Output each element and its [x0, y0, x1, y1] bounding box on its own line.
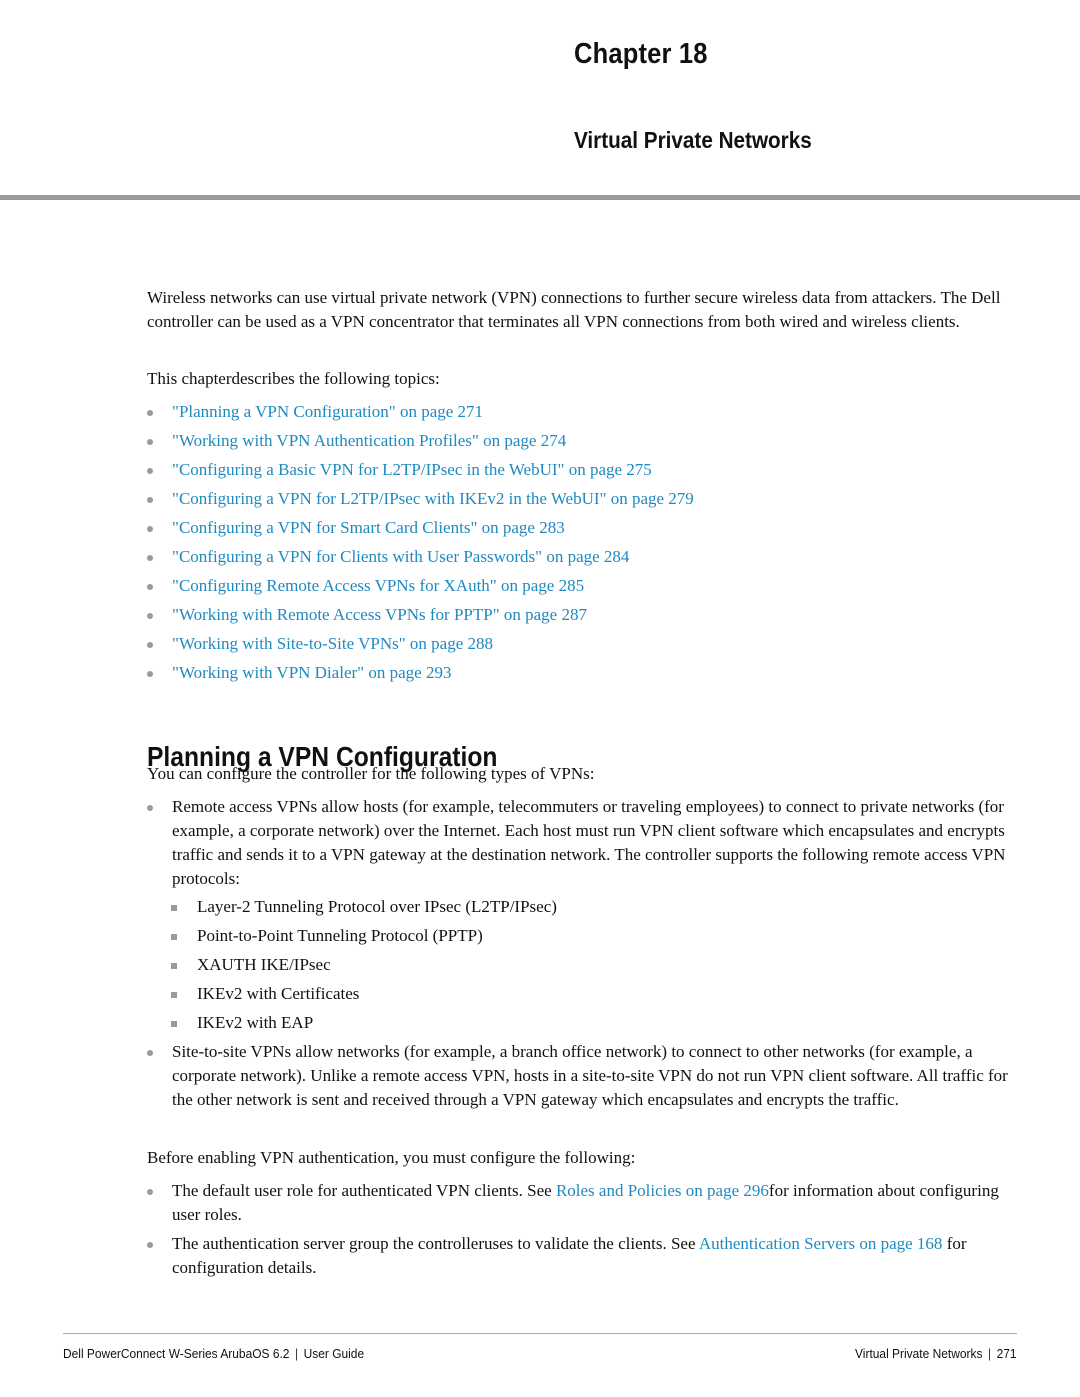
topic-item: "Configuring a VPN for Clients with User… [147, 545, 1017, 574]
topic-item: "Configuring Remote Access VPNs for XAut… [147, 574, 1017, 603]
topic-item: "Configuring a Basic VPN for L2TP/IPsec … [147, 458, 1017, 487]
footer-divider [63, 1333, 1017, 1334]
topic-link[interactable]: "Configuring a VPN for Clients with User… [172, 547, 629, 566]
chapter-number: Chapter 18 [574, 38, 708, 70]
protocol-label: Layer-2 Tunneling Protocol over IPsec (L… [197, 897, 557, 916]
protocol-item: IKEv2 with Certificates [147, 982, 1017, 1011]
protocol-label: Point-to-Point Tunneling Protocol (PPTP) [197, 926, 483, 945]
footer-left: Dell PowerConnect W-Series ArubaOS 6.2 | U… [63, 1346, 364, 1361]
topic-item: "Planning a VPN Configuration" on page 2… [147, 400, 1017, 429]
topic-link[interactable]: "Configuring a Basic VPN for L2TP/IPsec … [172, 460, 652, 479]
bullet-icon [147, 468, 153, 474]
prereq-item: The authentication server group the cont… [147, 1232, 1017, 1280]
remote-access-text: Remote access VPNs allow hosts (for exam… [172, 797, 1006, 888]
topic-item: "Working with VPN Authentication Profile… [147, 429, 1017, 458]
square-bullet-icon [171, 1021, 177, 1027]
topic-link[interactable]: "Working with Remote Access VPNs for PPT… [172, 605, 587, 624]
footer-product: Dell PowerConnect W-Series ArubaOS 6.2 [63, 1346, 290, 1361]
topic-link[interactable]: "Configuring a VPN for L2TP/IPsec with I… [172, 489, 694, 508]
footer-chapter: Virtual Private Networks [855, 1346, 983, 1361]
footer-separator: | [988, 1346, 992, 1361]
topic-item: "Working with VPN Dialer" on page 293 [147, 661, 1017, 690]
intro-paragraph: Wireless networks can use virtual privat… [147, 288, 1001, 331]
prereq-item: The default user role for authenticated … [147, 1179, 1017, 1227]
topic-link[interactable]: "Working with VPN Authentication Profile… [172, 431, 566, 450]
bullet-icon [147, 1242, 153, 1248]
footer-right: Virtual Private Networks | 271 [855, 1346, 1017, 1361]
remote-access-item: Remote access VPNs allow hosts (for exam… [147, 795, 1017, 891]
topic-item: "Configuring a VPN for L2TP/IPsec with I… [147, 487, 1017, 516]
roles-policies-link[interactable]: Roles and Policies on page 296 [556, 1181, 769, 1200]
topic-link[interactable]: "Configuring a VPN for Smart Card Client… [172, 518, 565, 537]
topic-link[interactable]: "Working with Site-to-Site VPNs" on page… [172, 634, 493, 653]
square-bullet-icon [171, 905, 177, 911]
protocol-label: IKEv2 with Certificates [197, 984, 360, 1003]
topic-item: "Configuring a VPN for Smart Card Client… [147, 516, 1017, 545]
protocol-item: Point-to-Point Tunneling Protocol (PPTP) [147, 924, 1017, 953]
vpn-types-list: Remote access VPNs allow hosts (for exam… [147, 795, 1017, 1112]
protocol-item: Layer-2 Tunneling Protocol over IPsec (L… [147, 895, 1017, 924]
site-to-site-item: Site-to-site VPNs allow networks (for ex… [147, 1040, 1017, 1112]
bullet-icon [147, 1189, 153, 1195]
topic-item: "Working with Remote Access VPNs for PPT… [147, 603, 1017, 632]
topics-list: "Planning a VPN Configuration" on page 2… [147, 400, 1017, 690]
bullet-icon [147, 497, 153, 503]
protocol-item: IKEv2 with EAP [147, 1011, 1017, 1040]
vpn-types-intro: You can configure the controller for the… [147, 764, 595, 783]
bullet-icon [147, 439, 153, 445]
topic-link[interactable]: "Working with VPN Dialer" on page 293 [172, 663, 451, 682]
bullet-icon [147, 642, 153, 648]
topic-link[interactable]: "Planning a VPN Configuration" on page 2… [172, 402, 483, 421]
header-divider [0, 195, 1080, 200]
bullet-icon [147, 555, 153, 561]
site-to-site-text: Site-to-site VPNs allow networks (for ex… [172, 1042, 1008, 1109]
page-number: 271 [997, 1346, 1017, 1361]
bullet-icon [147, 671, 153, 677]
topic-link[interactable]: "Configuring Remote Access VPNs for XAut… [172, 576, 584, 595]
footer-doc-type: User Guide [303, 1346, 365, 1361]
bullet-icon [147, 526, 153, 532]
auth-servers-link[interactable]: Authentication Servers on page 168 [699, 1234, 943, 1253]
topics-intro: This chapterdescribes the following topi… [147, 369, 440, 388]
prereq-list: The default user role for authenticated … [147, 1179, 1017, 1285]
protocol-label: IKEv2 with EAP [197, 1013, 314, 1032]
bullet-icon [147, 1050, 153, 1056]
bullet-icon [147, 410, 153, 416]
footer-separator: | [294, 1346, 299, 1361]
prereq-intro: Before enabling VPN authentication, you … [147, 1148, 636, 1167]
protocol-item: XAUTH IKE/IPsec [147, 953, 1017, 982]
topic-item: "Working with Site-to-Site VPNs" on page… [147, 632, 1017, 661]
prereq-text: The authentication server group the cont… [172, 1234, 699, 1253]
chapter-title: Virtual Private Networks [574, 127, 812, 153]
square-bullet-icon [171, 992, 177, 998]
bullet-icon [147, 805, 153, 811]
protocol-label: XAUTH IKE/IPsec [197, 955, 331, 974]
square-bullet-icon [171, 963, 177, 969]
prereq-text: The default user role for authenticated … [172, 1181, 556, 1200]
square-bullet-icon [171, 934, 177, 940]
bullet-icon [147, 584, 153, 590]
bullet-icon [147, 613, 153, 619]
protocols-list: Layer-2 Tunneling Protocol over IPsec (L… [147, 895, 1017, 1040]
